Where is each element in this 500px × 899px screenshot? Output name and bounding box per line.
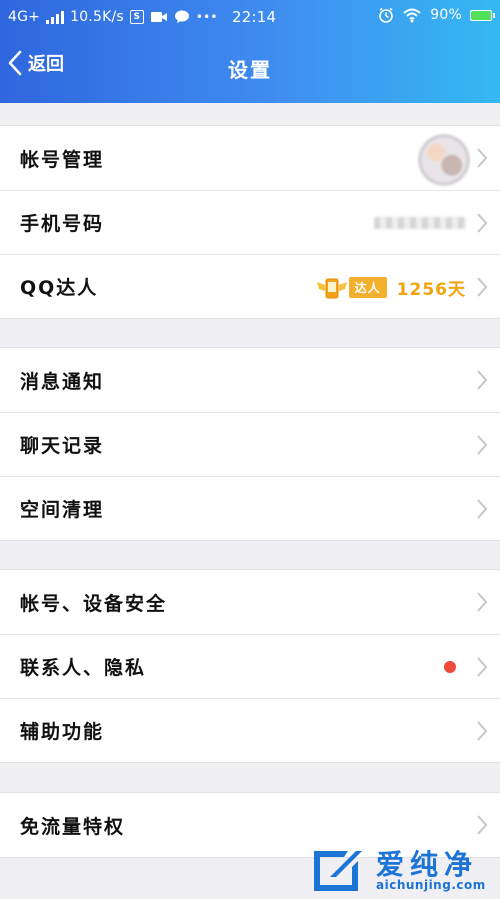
settings-item-label: QQ达人 (20, 277, 99, 299)
signal-icon (46, 10, 65, 24)
page-title: 设置 (228, 58, 272, 82)
settings-item-chat-history[interactable]: 聊天记录 (0, 412, 500, 476)
top-bar: 4G+ 10.5K/s S ••• 22:14 90% 返回 设置 (0, 0, 500, 103)
settings-item-qq-expert[interactable]: QQ达人 达人 1256天 (0, 254, 500, 318)
settings-item-storage-cleanup[interactable]: 空间清理 (0, 476, 500, 540)
settings-item-notifications[interactable]: 消息通知 (0, 348, 500, 412)
network-type: 4G+ (8, 9, 41, 25)
status-bar: 4G+ 10.5K/s S ••• 22:14 90% (0, 0, 500, 34)
watermark-url: aichunjing.com (376, 878, 486, 893)
settings-item-label: 聊天记录 (20, 435, 105, 457)
settings-item-label: 消息通知 (20, 370, 105, 393)
watermark-logo-icon (308, 845, 368, 897)
network-speed: 10.5K/s (70, 9, 124, 25)
watermark-text: 爱纯净 aichunjing.com (376, 850, 486, 892)
chevron-right-icon (477, 276, 488, 297)
settings-item-label: 联系人、隐私 (20, 657, 147, 679)
avatar (418, 134, 470, 186)
chevron-right-icon (477, 148, 488, 168)
status-left: 4G+ 10.5K/s S ••• (8, 9, 218, 25)
watermark-name: 爱纯净 (376, 848, 479, 881)
chevron-right-icon (477, 815, 488, 835)
settings-item-label: 帐号管理 (20, 148, 105, 171)
status-right: 90% (378, 7, 495, 23)
chevron-right-icon (477, 592, 488, 612)
battery-percent: 90% (430, 7, 462, 23)
expert-tag: 达人 (348, 277, 387, 298)
battery-icon (470, 9, 495, 21)
video-icon (150, 12, 167, 22)
wifi-icon (403, 8, 421, 23)
expert-days: 1256天 (396, 280, 466, 300)
settings-item-label: 空间清理 (20, 499, 105, 521)
chevron-right-icon (477, 498, 488, 519)
winged-phone-icon: 达人 (315, 276, 387, 300)
clock: 22:14 (232, 8, 277, 26)
settings-item-label: 辅助功能 (20, 721, 105, 743)
chevron-right-icon (477, 370, 488, 390)
settings-group-messages: 消息通知 聊天记录 空间清理 (0, 347, 500, 541)
settings-group-account: 帐号管理 手机号码 QQ达人 达人 1256天 (0, 125, 500, 319)
settings-item-phone-number[interactable]: 手机号码 (0, 190, 500, 254)
phone-number-redacted (374, 217, 466, 229)
settings-item-contacts-privacy[interactable]: 联系人、隐私 (0, 634, 500, 698)
settings-group-security: 帐号、设备安全 联系人、隐私 辅助功能 (0, 569, 500, 763)
unread-dot (444, 661, 456, 673)
settings-item-account-management[interactable]: 帐号管理 (0, 126, 500, 190)
settings-item-accessibility[interactable]: 辅助功能 (0, 698, 500, 762)
settings-item-account-device-security[interactable]: 帐号、设备安全 (0, 570, 500, 634)
s-notification-icon: S (129, 10, 144, 24)
alarm-icon (379, 7, 394, 23)
watermark: 爱纯净 aichunjing.com (300, 843, 500, 899)
chevron-right-icon (477, 656, 488, 677)
chevron-right-icon (477, 212, 488, 233)
title-bar: 返回 设置 (0, 34, 500, 103)
chat-bubble-icon (174, 10, 189, 23)
settings-item-label: 免流量特权 (20, 815, 126, 838)
chevron-right-icon (477, 720, 488, 741)
settings-item-label: 帐号、设备安全 (20, 592, 168, 615)
settings-item-label: 手机号码 (20, 213, 105, 235)
chevron-right-icon (477, 434, 488, 455)
more-dots: ••• (195, 10, 218, 24)
qq-expert-badge: 达人 1256天 (315, 275, 466, 300)
